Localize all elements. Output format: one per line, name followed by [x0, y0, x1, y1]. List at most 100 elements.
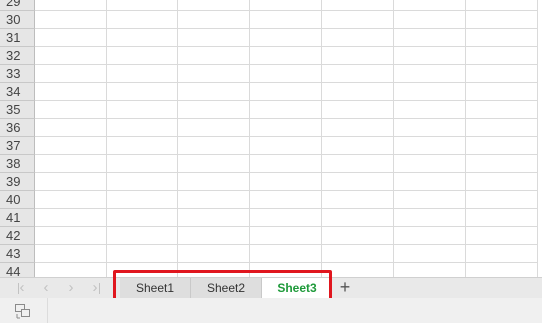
grid-cell[interactable]: [322, 11, 394, 29]
previous-sheet-button[interactable]: ‹: [36, 279, 56, 297]
grid-cell[interactable]: [394, 101, 466, 119]
grid-cell[interactable]: [106, 173, 178, 191]
row-header[interactable]: 44: [0, 263, 35, 277]
grid-cell[interactable]: [35, 47, 107, 65]
tab-sheet3[interactable]: Sheet3: [262, 278, 332, 298]
grid-cell[interactable]: [394, 83, 466, 101]
grid-cell[interactable]: [466, 245, 538, 263]
grid-cell[interactable]: [394, 0, 466, 11]
grid-cell[interactable]: [322, 209, 394, 227]
grid-cell[interactable]: [322, 47, 394, 65]
grid-cell[interactable]: [178, 209, 250, 227]
grid-cell[interactable]: [250, 155, 322, 173]
grid-cell[interactable]: [250, 173, 322, 191]
row-header[interactable]: 36: [0, 119, 35, 137]
grid-cell[interactable]: [178, 119, 250, 137]
grid-cell[interactable]: [322, 0, 394, 11]
grid-cell[interactable]: [322, 263, 394, 277]
grid-cell[interactable]: [35, 65, 107, 83]
grid-cell[interactable]: [466, 11, 538, 29]
grid-cell[interactable]: [106, 101, 178, 119]
grid-cell[interactable]: [466, 119, 538, 137]
grid-cell[interactable]: [394, 137, 466, 155]
row-header[interactable]: 33: [0, 65, 35, 83]
grid-cell[interactable]: [35, 83, 107, 101]
row-header[interactable]: 29: [0, 0, 35, 11]
first-sheet-button[interactable]: ‹: [11, 279, 31, 297]
grid-cell[interactable]: [178, 0, 250, 11]
grid-cell[interactable]: [250, 137, 322, 155]
grid-cell[interactable]: [250, 83, 322, 101]
grid-cell[interactable]: [178, 83, 250, 101]
grid-cell[interactable]: [35, 29, 107, 47]
grid-cell[interactable]: [250, 227, 322, 245]
grid-cell[interactable]: [35, 0, 107, 11]
grid-cell[interactable]: [466, 65, 538, 83]
grid-cell[interactable]: [466, 101, 538, 119]
grid-cell[interactable]: [35, 245, 107, 263]
grid-cell[interactable]: [106, 263, 178, 277]
add-sheet-button[interactable]: +: [336, 278, 354, 298]
grid-cell[interactable]: [466, 83, 538, 101]
grid-cell[interactable]: [178, 191, 250, 209]
row-header[interactable]: 40: [0, 191, 35, 209]
grid-cell[interactable]: [178, 173, 250, 191]
row-header[interactable]: 30: [0, 11, 35, 29]
grid-cell[interactable]: [106, 245, 178, 263]
grid-cell[interactable]: [106, 11, 178, 29]
grid-cell[interactable]: [178, 155, 250, 173]
grid-cell[interactable]: [466, 173, 538, 191]
tab-sheet1[interactable]: Sheet1: [120, 278, 191, 298]
grid-cell[interactable]: [394, 155, 466, 173]
grid-cell[interactable]: [466, 137, 538, 155]
grid-cell[interactable]: [250, 11, 322, 29]
grid-cell[interactable]: [250, 245, 322, 263]
next-sheet-button[interactable]: ›: [61, 279, 81, 297]
grid-cell[interactable]: [394, 119, 466, 137]
grid-cell[interactable]: [322, 119, 394, 137]
grid-cell[interactable]: [466, 155, 538, 173]
grid-cell[interactable]: [35, 227, 107, 245]
grid-cell[interactable]: [322, 29, 394, 47]
grid-cell[interactable]: [35, 263, 107, 277]
row-header[interactable]: 43: [0, 245, 35, 263]
grid-cell[interactable]: [394, 227, 466, 245]
grid-cell[interactable]: [106, 119, 178, 137]
row-header[interactable]: 34: [0, 83, 35, 101]
row-header[interactable]: 41: [0, 209, 35, 227]
grid-cell[interactable]: [394, 11, 466, 29]
grid-cell[interactable]: [106, 47, 178, 65]
grid-cell[interactable]: [35, 191, 107, 209]
grid-cell[interactable]: [178, 263, 250, 277]
grid-cell[interactable]: [35, 209, 107, 227]
grid-cell[interactable]: [35, 119, 107, 137]
grid-cell[interactable]: [35, 155, 107, 173]
row-header[interactable]: 42: [0, 227, 35, 245]
grid-cell[interactable]: [394, 209, 466, 227]
grid-cell[interactable]: [466, 47, 538, 65]
grid-cell[interactable]: [250, 47, 322, 65]
grid-cell[interactable]: [250, 101, 322, 119]
grid-cell[interactable]: [106, 191, 178, 209]
grid-cell[interactable]: [178, 47, 250, 65]
grid-cell[interactable]: [322, 173, 394, 191]
grid-cell[interactable]: [178, 65, 250, 83]
grid-cell[interactable]: [178, 11, 250, 29]
grid-cell[interactable]: [106, 155, 178, 173]
grid-cell[interactable]: [322, 155, 394, 173]
grid-cell[interactable]: [35, 173, 107, 191]
grid-cell[interactable]: [466, 263, 538, 277]
grid-cell[interactable]: [394, 47, 466, 65]
grid-cell[interactable]: [466, 0, 538, 11]
grid-cell[interactable]: [250, 263, 322, 277]
grid-cell[interactable]: [106, 209, 178, 227]
grid-cell[interactable]: [250, 65, 322, 83]
grid-cell[interactable]: [178, 245, 250, 263]
grid-cell[interactable]: [250, 29, 322, 47]
grid-cell[interactable]: [322, 227, 394, 245]
grid-cell[interactable]: [35, 137, 107, 155]
page-layout-icon[interactable]: [14, 303, 32, 319]
row-header[interactable]: 38: [0, 155, 35, 173]
grid-cell[interactable]: [466, 29, 538, 47]
grid-cell[interactable]: [394, 191, 466, 209]
